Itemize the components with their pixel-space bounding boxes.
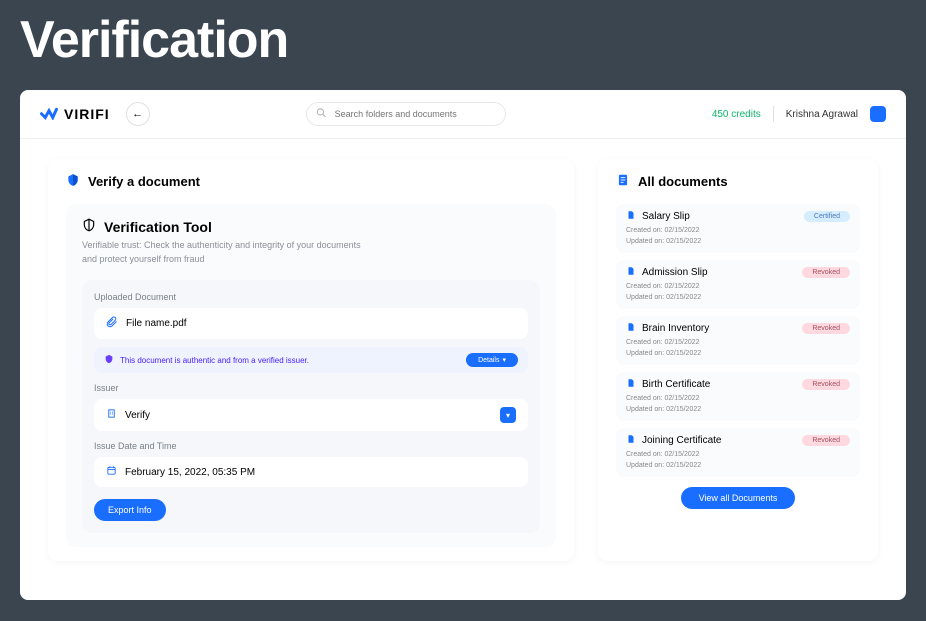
uploaded-file-field[interactable]: File name.pdf [94,308,528,339]
status-badge: Revoked [802,379,850,390]
topbar-right: 450 credits Krishna Agrawal [712,106,886,122]
chevron-down-icon: ▾ [502,356,506,364]
document-meta: Created on: 02/15/2022Updated on: 02/15/… [626,282,850,303]
status-badge: Certified [804,211,850,222]
documents-card: All documents Salary Slip Certified Create… [598,159,878,561]
date-field: February 15, 2022, 05:35 PM [94,457,528,487]
view-all-button[interactable]: View all Documents [681,487,796,509]
app-container: VIRIFI ← 450 credits Krishna Agrawal Ver… [20,90,906,600]
document-name: Admission Slip [642,267,708,278]
shield-icon [66,173,80,190]
issuer-dropdown[interactable]: ▾ [500,407,516,423]
document-name: Salary Slip [642,211,690,222]
status-badge: Revoked [802,267,850,278]
page-heading: Verification [0,0,926,90]
chevron-down-icon: ▾ [506,411,510,420]
credits-label: 450 credits [712,109,761,120]
document-meta: Created on: 02/15/2022Updated on: 02/15/… [626,226,850,247]
status-badge: Revoked [802,435,850,446]
search-wrap [306,102,506,126]
details-button[interactable]: Details ▾ [466,353,518,367]
topbar: VIRIFI ← 450 credits Krishna Agrawal [20,90,906,139]
issuer-value: Verify [125,410,150,421]
document-meta: Created on: 02/15/2022Updated on: 02/15/… [626,394,850,415]
arrow-left-icon: ← [132,108,143,120]
shield-check-icon [104,354,114,366]
issuer-label: Issuer [94,383,528,393]
building-icon [106,408,117,422]
documents-list: Salary Slip Certified Created on: 02/15/20… [616,204,860,477]
search-input[interactable] [306,102,506,126]
calendar-icon [106,465,117,479]
document-item[interactable]: Brain Inventory Revoked Created on: 02/15/… [616,316,860,365]
file-name: File name.pdf [126,318,187,329]
divider [773,106,774,122]
document-item[interactable]: Admission Slip Revoked Created on: 02/15/2… [616,260,860,309]
documents-title-text: All documents [638,174,728,189]
tool-title-text: Verification Tool [104,219,212,235]
back-button[interactable]: ← [126,102,150,126]
file-icon [626,322,636,335]
verify-title-text: Verify a document [88,174,200,189]
document-meta: Created on: 02/15/2022Updated on: 02/15/… [626,338,850,359]
file-icon [626,434,636,447]
document-item[interactable]: Birth Certificate Revoked Created on: 02/1… [616,372,860,421]
tool-title: Verification Tool [82,218,540,235]
file-icon [626,378,636,391]
tool-description: Verifiable trust: Check the authenticity… [82,239,362,266]
tool-inner: Uploaded Document File name.pdf This doc… [82,280,540,533]
document-item[interactable]: Joining Certificate Revoked Created on: 02… [616,428,860,477]
issuer-field[interactable]: Verify ▾ [94,399,528,431]
documents-title: All documents [616,173,860,190]
document-name: Brain Inventory [642,323,709,334]
brand-text: VIRIFI [64,106,110,122]
document-icon [616,173,630,190]
shield-outline-icon [82,218,96,235]
file-icon [626,266,636,279]
verification-tool: Verification Tool Verifiable trust: Chec… [66,204,556,547]
date-value: February 15, 2022, 05:35 PM [125,467,255,478]
export-button[interactable]: Export Info [94,499,166,521]
verify-msg-text: This document is authentic and from a ve… [120,356,460,365]
verification-message: This document is authentic and from a ve… [94,347,528,373]
content: Verify a document Verification Tool Veri… [20,139,906,581]
details-label: Details [478,357,499,364]
verify-card-title: Verify a document [66,173,556,190]
avatar[interactable] [870,106,886,122]
document-meta: Created on: 02/15/2022Updated on: 02/15/… [626,450,850,471]
uploaded-label: Uploaded Document [94,292,528,302]
status-badge: Revoked [802,323,850,334]
document-name: Joining Certificate [642,435,721,446]
logo-icon [40,104,58,125]
brand-logo[interactable]: VIRIFI [40,104,110,125]
file-icon [626,210,636,223]
date-label: Issue Date and Time [94,441,528,451]
attachment-icon [106,316,118,331]
username: Krishna Agrawal [786,109,858,120]
document-name: Birth Certificate [642,379,710,390]
document-item[interactable]: Salary Slip Certified Created on: 02/15/20… [616,204,860,253]
search-icon [316,108,326,121]
verify-card: Verify a document Verification Tool Veri… [48,159,574,561]
